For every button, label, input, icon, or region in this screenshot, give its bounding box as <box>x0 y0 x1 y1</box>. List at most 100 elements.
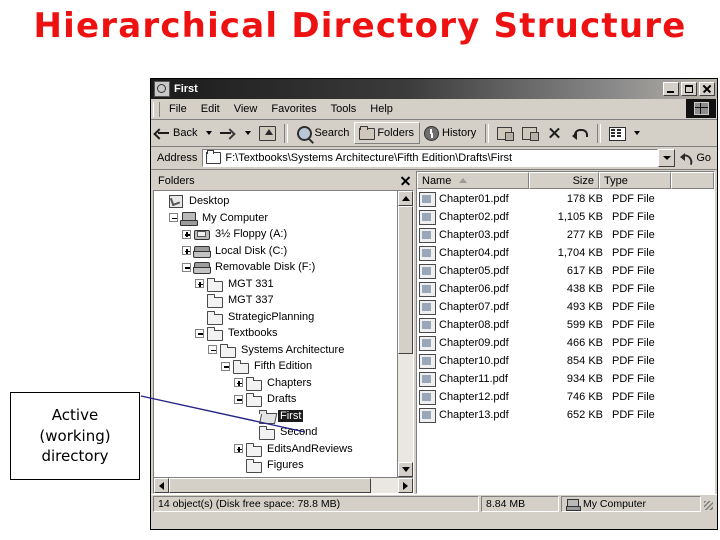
file-row[interactable]: Chapter05.pdf 617 KB PDF File <box>417 262 714 280</box>
tree-node[interactable]: Figures <box>156 457 397 474</box>
collapse-icon[interactable] <box>208 345 217 355</box>
history-button[interactable]: History <box>420 122 481 144</box>
tree-node[interactable]: Chapters <box>156 375 397 392</box>
file-row[interactable]: Chapter12.pdf 746 KB PDF File <box>417 388 714 406</box>
menu-view[interactable]: View <box>227 101 265 117</box>
hscroll-track[interactable] <box>169 478 398 493</box>
scroll-up-button[interactable] <box>398 191 413 206</box>
file-type: PDF File <box>612 265 655 277</box>
tree-node[interactable]: My Computer <box>156 210 397 227</box>
up-button[interactable] <box>255 122 280 144</box>
tree-horizontal-scrollbar[interactable] <box>154 477 413 493</box>
minimize-button[interactable] <box>663 82 679 96</box>
sort-ascending-icon <box>459 178 468 183</box>
menu-help[interactable]: Help <box>363 101 400 117</box>
folder-icon <box>206 293 223 309</box>
tree-node[interactable]: MGT 337 <box>156 292 397 309</box>
pdf-file-icon <box>419 227 436 243</box>
menu-bar: File Edit View Favorites Tools Help <box>151 99 717 120</box>
scroll-down-button[interactable] <box>398 462 413 477</box>
tree-node-label: First <box>278 409 304 422</box>
file-name: Chapter06.pdf <box>439 283 509 295</box>
tree-node[interactable]: Local Disk (C:) <box>156 243 397 260</box>
tree-node-label: MGT 331 <box>228 277 274 290</box>
maximize-button[interactable] <box>681 82 697 96</box>
tree-node[interactable]: EditsAndReviews <box>156 441 397 458</box>
views-dropdown-caret[interactable] <box>634 131 641 135</box>
menu-favorites[interactable]: Favorites <box>264 101 323 117</box>
file-row[interactable]: Chapter11.pdf 934 KB PDF File <box>417 370 714 388</box>
file-row[interactable]: Chapter07.pdf 493 KB PDF File <box>417 298 714 316</box>
expand-icon[interactable] <box>234 444 243 454</box>
delete-button[interactable] <box>543 122 568 144</box>
search-button[interactable]: Search <box>292 122 354 144</box>
collapse-icon[interactable] <box>169 213 178 223</box>
tree-node-label: Second <box>280 426 318 439</box>
expand-icon[interactable] <box>234 378 243 388</box>
tree-node[interactable]: Textbooks <box>156 325 397 342</box>
file-row[interactable]: Chapter01.pdf 178 KB PDF File <box>417 190 714 208</box>
tree-node[interactable]: Second <box>156 424 397 441</box>
collapse-icon[interactable] <box>182 262 191 272</box>
views-button[interactable] <box>605 122 630 144</box>
scroll-track[interactable] <box>398 206 413 462</box>
pdf-file-icon <box>419 209 436 225</box>
address-dropdown-button[interactable] <box>658 149 676 167</box>
back-button[interactable]: Back <box>151 122 202 144</box>
forward-button[interactable] <box>216 122 241 144</box>
hscroll-thumb[interactable] <box>169 478 371 493</box>
file-row[interactable]: Chapter02.pdf 1,105 KB PDF File <box>417 208 714 226</box>
tree-node[interactable]: Systems Architecture <box>156 342 397 359</box>
menu-edit[interactable]: Edit <box>194 101 227 117</box>
file-row[interactable]: Chapter03.pdf 277 KB PDF File <box>417 226 714 244</box>
file-row[interactable]: Chapter08.pdf 599 KB PDF File <box>417 316 714 334</box>
scroll-thumb[interactable] <box>398 206 413 355</box>
file-row[interactable]: Chapter09.pdf 466 KB PDF File <box>417 334 714 352</box>
copy-to-button[interactable] <box>518 122 543 144</box>
tree-node[interactable]: MGT 331 <box>156 276 397 293</box>
close-button[interactable] <box>699 82 715 96</box>
collapse-icon[interactable] <box>195 328 204 338</box>
file-type: PDF File <box>612 373 655 385</box>
column-header-type[interactable]: Type <box>599 172 671 189</box>
folders-button[interactable]: Folders <box>354 122 421 144</box>
move-to-button[interactable] <box>493 122 518 144</box>
go-button[interactable]: Go <box>675 152 717 165</box>
back-dropdown-caret[interactable] <box>206 131 213 135</box>
pdf-file-icon <box>419 191 436 207</box>
file-row[interactable]: Chapter04.pdf 1,704 KB PDF File <box>417 244 714 262</box>
my-computer-icon <box>566 498 581 511</box>
file-row[interactable]: Chapter06.pdf 438 KB PDF File <box>417 280 714 298</box>
menu-tools[interactable]: Tools <box>324 101 364 117</box>
tree-node[interactable]: Fifth Edition <box>156 358 397 375</box>
column-header-name[interactable]: Name <box>417 172 529 189</box>
close-icon[interactable] <box>399 174 412 187</box>
forward-dropdown-caret[interactable] <box>245 131 252 135</box>
menu-file[interactable]: File <box>162 101 194 117</box>
file-row[interactable]: Chapter13.pdf 652 KB PDF File <box>417 406 714 424</box>
expand-icon[interactable] <box>195 279 204 289</box>
tree-node[interactable]: StrategicPlanning <box>156 309 397 326</box>
expand-icon[interactable] <box>182 229 191 239</box>
collapse-icon[interactable] <box>234 394 243 404</box>
arrow-right-icon <box>219 125 236 141</box>
address-input[interactable]: F:\Textbooks\Systems Architecture\Fifth … <box>202 149 659 167</box>
collapse-icon[interactable] <box>221 361 230 371</box>
tree-node[interactable]: Desktop <box>156 193 397 210</box>
column-header-size[interactable]: Size <box>529 172 599 189</box>
resize-grip-icon[interactable] <box>701 496 715 512</box>
tree-node[interactable]: 3½ Floppy (A:) <box>156 226 397 243</box>
expand-icon[interactable] <box>182 246 191 256</box>
toolbar-separator-3 <box>597 123 602 143</box>
tree-vertical-scrollbar[interactable] <box>397 191 413 477</box>
folder-tree-box: Desktop My Computer 3½ Floppy (A:) Local Di… <box>153 190 414 494</box>
tree-node[interactable]: First <box>156 408 397 425</box>
tree-node[interactable]: Drafts <box>156 391 397 408</box>
file-row[interactable]: Chapter10.pdf 854 KB PDF File <box>417 352 714 370</box>
file-name: Chapter10.pdf <box>439 355 509 367</box>
scroll-left-button[interactable] <box>154 478 169 493</box>
tree-node[interactable]: Removable Disk (F:) <box>156 259 397 276</box>
menu-grip[interactable] <box>153 101 160 117</box>
undo-button[interactable] <box>568 122 593 144</box>
scroll-right-button[interactable] <box>398 478 413 493</box>
